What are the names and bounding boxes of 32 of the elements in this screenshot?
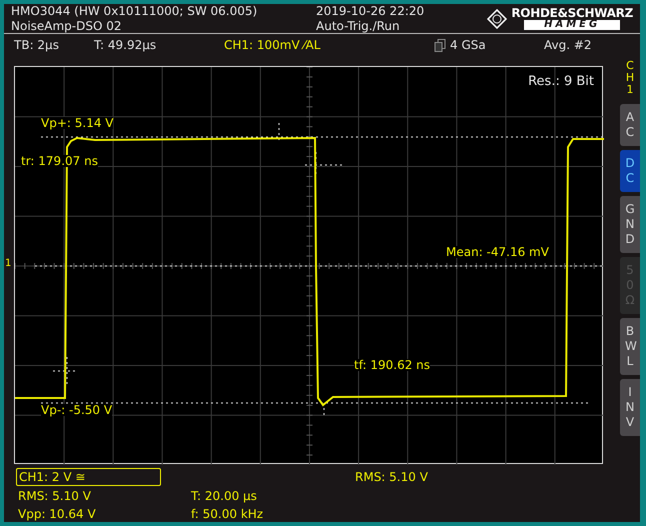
measurement-label: tr: 179.07 ns [21,155,98,167]
channel-scale: CH1: 100mV ⁄AL [224,39,322,51]
sample-rate: 4 GSa [450,39,486,51]
channel-indicator: CH1 [624,60,636,96]
measurement-label: tf: 190.62 ns [354,359,430,371]
measurement-label: Mean: -47.16 mV [446,246,549,258]
resolution-label: Res.: 9 Bit [528,75,594,88]
trigger-status: Auto-Trig./Run [316,20,401,32]
measurement-value: RMS: 5.10 V [18,490,92,502]
coupling-button[interactable]: INV [620,379,640,436]
coupling-button[interactable]: AC [620,104,640,146]
logo-sub: HAMEG [524,20,620,30]
coupling-button[interactable]: GND [620,196,640,253]
status-text: T: 49.92µs [94,39,158,51]
setup-name: NoiseAmp-DSO 02 [11,20,123,32]
logo-brand: ROHDE&SCHWARZ [511,7,633,19]
measurement-label: Vp+: 5.14 V [41,117,114,129]
status-text: TB: 2µs [14,39,60,51]
date-time: 2019-10-26 22:20 [316,5,426,17]
coupling-button[interactable]: DC [620,150,640,192]
device-info: HMO3044 (HW 0x10111000; SW 06.005) [11,5,258,17]
status-text: Avg. #2 [544,39,593,51]
measurement-value: RMS: 5.10 V [355,470,428,482]
memory-icon [434,38,446,52]
logo-diamond-icon [487,8,508,28]
measurement-value: T: 20.00 µs [191,490,258,502]
measurement-value: f: 50.00 kHz [191,508,264,520]
channel-scale-box: CH1: 2 V ≅ [16,468,161,486]
trigger-channel-marker: 1 [5,259,12,269]
measurement-value: Vpp: 10.64 V [18,508,97,520]
coupling-button[interactable]: BWL [620,318,640,375]
measurement-label: Vp-: -5.50 V [41,404,112,416]
